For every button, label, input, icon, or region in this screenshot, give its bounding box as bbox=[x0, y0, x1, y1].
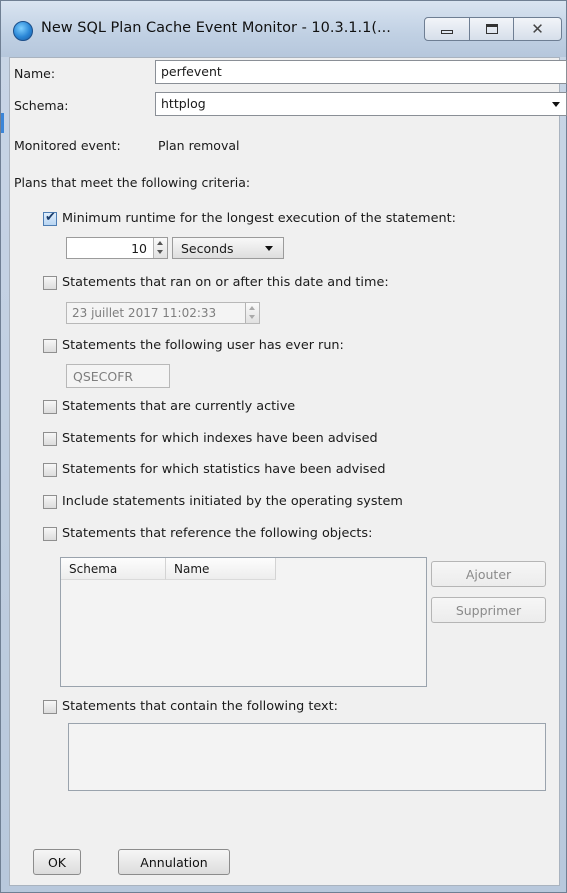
statement-text-area[interactable] bbox=[68, 723, 546, 791]
column-header-name[interactable]: Name bbox=[166, 558, 276, 580]
schema-dropdown[interactable]: httplog bbox=[155, 92, 567, 116]
dialog-body: Name: perfevent Schema: httplog Monitore… bbox=[9, 57, 567, 886]
focus-accent bbox=[1, 113, 4, 133]
close-button[interactable]: ✕ bbox=[514, 17, 562, 41]
indexes-advised-label: Statements for which indexes have been a… bbox=[62, 431, 378, 446]
maximize-button[interactable] bbox=[470, 17, 514, 41]
user-run-label: Statements the following user has ever r… bbox=[62, 338, 344, 353]
user-value: QSECOFR bbox=[73, 369, 134, 384]
os-initiated-label: Include statements initiated by the oper… bbox=[62, 494, 403, 509]
spinner-buttons[interactable] bbox=[153, 238, 167, 258]
min-runtime-checkbox[interactable]: ✔ bbox=[43, 210, 57, 226]
spinner-buttons[interactable] bbox=[245, 303, 259, 323]
stats-advised-label: Statements for which statistics have bee… bbox=[62, 462, 386, 477]
minimize-button[interactable] bbox=[424, 17, 470, 41]
currently-active-checkbox[interactable] bbox=[43, 400, 57, 414]
app-icon bbox=[13, 21, 33, 41]
cancel-button[interactable]: Annulation bbox=[118, 849, 230, 875]
schema-label: Schema: bbox=[14, 98, 69, 113]
user-field[interactable]: QSECOFR bbox=[66, 364, 170, 388]
contain-text-label: Statements that contain the following te… bbox=[62, 699, 338, 714]
chevron-down-icon bbox=[265, 246, 273, 251]
monitored-event-value: Plan removal bbox=[158, 138, 240, 153]
reference-objects-label: Statements that reference the following … bbox=[62, 526, 373, 541]
reference-objects-checkbox[interactable] bbox=[43, 527, 57, 541]
arrow-down-icon bbox=[157, 250, 163, 254]
column-header-schema[interactable]: Schema bbox=[61, 558, 166, 580]
close-icon: ✕ bbox=[531, 20, 544, 38]
remove-object-button[interactable]: Supprimer bbox=[431, 597, 546, 623]
arrow-up-icon bbox=[249, 306, 255, 310]
min-runtime-label: Minimum runtime for the longest executio… bbox=[62, 211, 456, 226]
name-field[interactable]: perfevent bbox=[155, 60, 567, 84]
minimize-icon bbox=[441, 30, 453, 34]
os-initiated-checkbox[interactable] bbox=[43, 495, 57, 509]
monitored-event-label: Monitored event: bbox=[14, 138, 121, 153]
min-runtime-value: 10 bbox=[131, 241, 147, 256]
ran-after-datetime[interactable]: 23 juillet 2017 11:02:33 bbox=[66, 302, 260, 324]
min-runtime-spinner[interactable]: 10 bbox=[66, 237, 168, 259]
runtime-unit-select[interactable]: Seconds bbox=[172, 237, 284, 259]
stats-advised-checkbox[interactable] bbox=[43, 463, 57, 477]
contain-text-checkbox[interactable] bbox=[43, 700, 57, 714]
add-object-button[interactable]: Ajouter bbox=[431, 561, 546, 587]
ran-after-label: Statements that ran on or after this dat… bbox=[62, 275, 389, 290]
name-label: Name: bbox=[14, 66, 56, 81]
indexes-advised-checkbox[interactable] bbox=[43, 432, 57, 446]
arrow-up-icon bbox=[157, 241, 163, 245]
ran-after-value: 23 juillet 2017 11:02:33 bbox=[72, 306, 217, 320]
schema-value: httplog bbox=[161, 96, 206, 111]
chevron-down-icon bbox=[552, 102, 560, 107]
ran-after-checkbox[interactable] bbox=[43, 276, 57, 290]
criteria-heading: Plans that meet the following criteria: bbox=[14, 175, 251, 190]
window-title: New SQL Plan Cache Event Monitor - 10.3.… bbox=[41, 20, 391, 36]
dialog-window: New SQL Plan Cache Event Monitor - 10.3.… bbox=[0, 0, 567, 893]
ok-button[interactable]: OK bbox=[33, 849, 81, 875]
maximize-icon bbox=[485, 24, 498, 34]
check-icon: ✔ bbox=[45, 210, 56, 225]
window-controls: ✕ bbox=[424, 17, 562, 41]
title-bar[interactable]: New SQL Plan Cache Event Monitor - 10.3.… bbox=[1, 1, 566, 57]
currently-active-label: Statements that are currently active bbox=[62, 399, 296, 414]
objects-table[interactable]: Schema Name bbox=[60, 557, 427, 687]
user-run-checkbox[interactable] bbox=[43, 339, 57, 353]
runtime-unit-value: Seconds bbox=[181, 241, 234, 256]
arrow-down-icon bbox=[249, 315, 255, 319]
